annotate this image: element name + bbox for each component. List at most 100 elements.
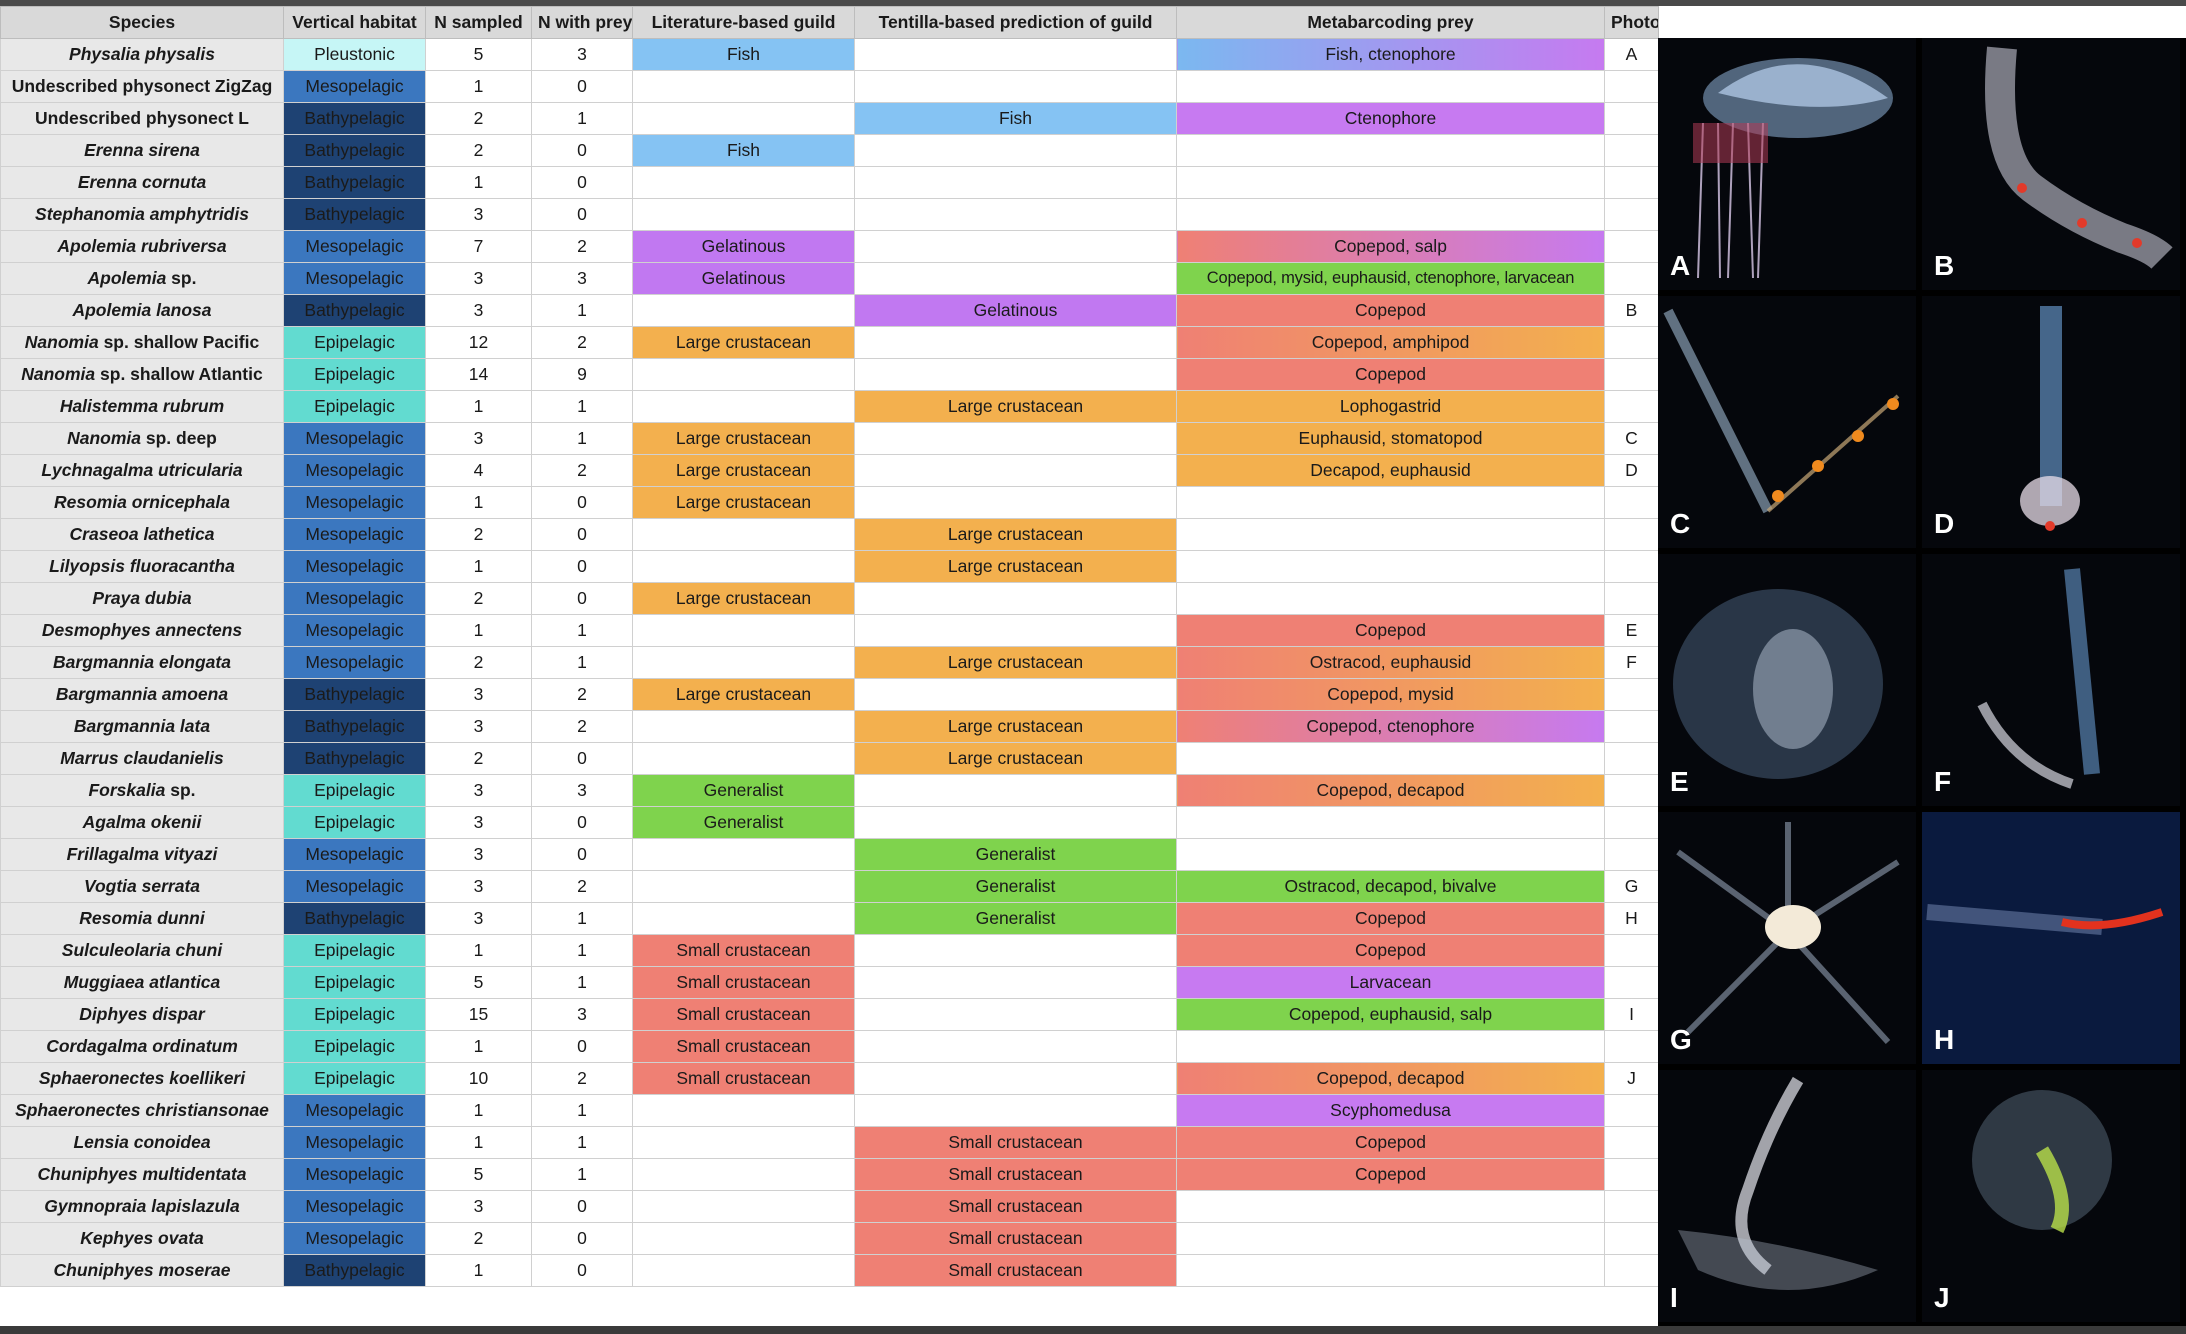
photo-ref-cell[interactable] xyxy=(1604,358,1659,391)
species-cell[interactable]: Erenna cornuta xyxy=(0,166,284,199)
literature-guild-cell[interactable]: Large crustacean xyxy=(632,678,855,711)
photo-ref-cell[interactable] xyxy=(1604,678,1659,711)
metabarcoding-prey-cell[interactable]: Copepod, euphausid, salp xyxy=(1176,998,1605,1031)
habitat-cell[interactable]: Mesopelagic xyxy=(283,1222,426,1255)
photo-ref-cell[interactable] xyxy=(1604,1190,1659,1223)
photo-ref-cell[interactable]: C xyxy=(1604,422,1659,455)
photo-ref-cell[interactable]: B xyxy=(1604,294,1659,327)
n-sampled-cell[interactable]: 5 xyxy=(425,1158,532,1191)
tentilla-guild-cell[interactable]: Small crustacean xyxy=(854,1158,1177,1191)
n-with-prey-cell[interactable]: 0 xyxy=(531,582,633,615)
tentilla-guild-cell[interactable] xyxy=(854,486,1177,519)
habitat-cell[interactable]: Epipelagic xyxy=(283,1030,426,1063)
tentilla-guild-cell[interactable]: Generalist xyxy=(854,902,1177,935)
habitat-cell[interactable]: Mesopelagic xyxy=(283,422,426,455)
n-sampled-cell[interactable]: 2 xyxy=(425,582,532,615)
photo-ref-cell[interactable] xyxy=(1604,1222,1659,1255)
metabarcoding-prey-cell[interactable] xyxy=(1176,806,1605,839)
n-sampled-cell[interactable]: 2 xyxy=(425,742,532,775)
metabarcoding-prey-cell[interactable]: Scyphomedusa xyxy=(1176,1094,1605,1127)
col-header-n-with-prey[interactable]: N with prey xyxy=(531,6,633,39)
tentilla-guild-cell[interactable] xyxy=(854,806,1177,839)
photo-nanomia[interactable]: C xyxy=(1658,296,1916,548)
habitat-cell[interactable]: Mesopelagic xyxy=(283,262,426,295)
metabarcoding-prey-cell[interactable] xyxy=(1176,838,1605,871)
literature-guild-cell[interactable]: Generalist xyxy=(632,774,855,807)
habitat-cell[interactable]: Mesopelagic xyxy=(283,230,426,263)
species-cell[interactable]: Apolemia rubriversa xyxy=(0,230,284,263)
habitat-cell[interactable]: Epipelagic xyxy=(283,998,426,1031)
n-sampled-cell[interactable]: 3 xyxy=(425,1190,532,1223)
photo-ref-cell[interactable] xyxy=(1604,806,1659,839)
n-with-prey-cell[interactable]: 3 xyxy=(531,262,633,295)
photo-ref-cell[interactable] xyxy=(1604,326,1659,359)
metabarcoding-prey-cell[interactable]: Copepod xyxy=(1176,294,1605,327)
n-with-prey-cell[interactable]: 1 xyxy=(531,902,633,935)
literature-guild-cell[interactable]: Fish xyxy=(632,134,855,167)
metabarcoding-prey-cell[interactable]: Decapod, euphausid xyxy=(1176,454,1605,487)
n-with-prey-cell[interactable]: 3 xyxy=(531,774,633,807)
literature-guild-cell[interactable] xyxy=(632,198,855,231)
literature-guild-cell[interactable] xyxy=(632,1158,855,1191)
species-cell[interactable]: Chuniphyes multidentata xyxy=(0,1158,284,1191)
literature-guild-cell[interactable] xyxy=(632,70,855,103)
habitat-cell[interactable]: Mesopelagic xyxy=(283,614,426,647)
n-with-prey-cell[interactable]: 2 xyxy=(531,870,633,903)
n-with-prey-cell[interactable]: 3 xyxy=(531,38,633,71)
metabarcoding-prey-cell[interactable]: Ostracod, euphausid xyxy=(1176,646,1605,679)
metabarcoding-prey-cell[interactable] xyxy=(1176,198,1605,231)
n-sampled-cell[interactable]: 4 xyxy=(425,454,532,487)
habitat-cell[interactable]: Bathypelagic xyxy=(283,294,426,327)
photo-physalia[interactable]: A xyxy=(1658,38,1916,290)
habitat-cell[interactable]: Mesopelagic xyxy=(283,1094,426,1127)
habitat-cell[interactable]: Epipelagic xyxy=(283,774,426,807)
n-with-prey-cell[interactable]: 1 xyxy=(531,102,633,135)
photo-apolemia[interactable]: B xyxy=(1922,38,2180,290)
n-sampled-cell[interactable]: 2 xyxy=(425,134,532,167)
n-sampled-cell[interactable]: 1 xyxy=(425,1094,532,1127)
col-header-literature-guild[interactable]: Literature-based guild xyxy=(632,6,855,39)
species-cell[interactable]: Frillagalma vityazi xyxy=(0,838,284,871)
literature-guild-cell[interactable] xyxy=(632,1222,855,1255)
habitat-cell[interactable]: Mesopelagic xyxy=(283,550,426,583)
col-header-metabarcoding-prey[interactable]: Metabarcoding prey xyxy=(1176,6,1605,39)
metabarcoding-prey-cell[interactable]: Copepod xyxy=(1176,902,1605,935)
photo-ref-cell[interactable]: G xyxy=(1604,870,1659,903)
n-with-prey-cell[interactable]: 1 xyxy=(531,390,633,423)
literature-guild-cell[interactable] xyxy=(632,646,855,679)
habitat-cell[interactable]: Mesopelagic xyxy=(283,1190,426,1223)
photo-ref-cell[interactable] xyxy=(1604,710,1659,743)
literature-guild-cell[interactable] xyxy=(632,550,855,583)
photo-ref-cell[interactable] xyxy=(1604,966,1659,999)
n-sampled-cell[interactable]: 3 xyxy=(425,262,532,295)
tentilla-guild-cell[interactable] xyxy=(854,774,1177,807)
n-sampled-cell[interactable]: 3 xyxy=(425,870,532,903)
photo-ref-cell[interactable]: A xyxy=(1604,38,1659,71)
literature-guild-cell[interactable]: Fish xyxy=(632,38,855,71)
metabarcoding-prey-cell[interactable] xyxy=(1176,518,1605,551)
habitat-cell[interactable]: Bathypelagic xyxy=(283,742,426,775)
col-header-species[interactable]: Species xyxy=(0,6,284,39)
n-sampled-cell[interactable]: 3 xyxy=(425,838,532,871)
habitat-cell[interactable]: Bathypelagic xyxy=(283,102,426,135)
n-with-prey-cell[interactable]: 0 xyxy=(531,806,633,839)
species-cell[interactable]: Stephanomia amphytridis xyxy=(0,198,284,231)
n-with-prey-cell[interactable]: 1 xyxy=(531,1158,633,1191)
n-with-prey-cell[interactable]: 1 xyxy=(531,422,633,455)
literature-guild-cell[interactable] xyxy=(632,166,855,199)
tentilla-guild-cell[interactable] xyxy=(854,262,1177,295)
n-sampled-cell[interactable]: 1 xyxy=(425,1126,532,1159)
species-cell[interactable]: Resomia ornicephala xyxy=(0,486,284,519)
literature-guild-cell[interactable] xyxy=(632,1254,855,1287)
species-cell[interactable]: Resomia dunni xyxy=(0,902,284,935)
tentilla-guild-cell[interactable] xyxy=(854,134,1177,167)
n-with-prey-cell[interactable]: 0 xyxy=(531,486,633,519)
n-with-prey-cell[interactable]: 2 xyxy=(531,678,633,711)
species-cell[interactable]: Gymnopraia lapislazula xyxy=(0,1190,284,1223)
literature-guild-cell[interactable] xyxy=(632,902,855,935)
metabarcoding-prey-cell[interactable] xyxy=(1176,1222,1605,1255)
literature-guild-cell[interactable]: Gelatinous xyxy=(632,230,855,263)
n-sampled-cell[interactable]: 3 xyxy=(425,774,532,807)
literature-guild-cell[interactable]: Generalist xyxy=(632,806,855,839)
n-sampled-cell[interactable]: 15 xyxy=(425,998,532,1031)
